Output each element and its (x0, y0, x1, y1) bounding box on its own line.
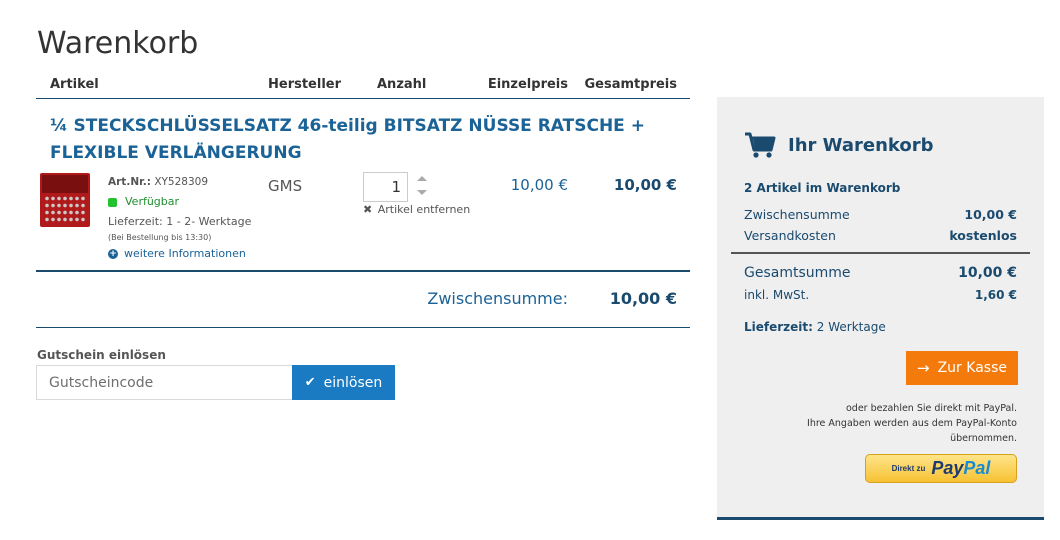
divider (36, 327, 690, 328)
checkout-button[interactable]: → Zur Kasse (906, 351, 1018, 385)
summary-vat-value: 1,60 € (974, 288, 1017, 302)
header-hersteller: Hersteller (268, 77, 342, 92)
cart-table-header: Artikel Hersteller Anzahl Einzelpreis Ge… (36, 74, 690, 99)
paypal-logo-pay: Pay (931, 458, 964, 478)
summary-delivery: Lieferzeit: 2 Werktage (744, 320, 886, 334)
availability-label: Verfügbar (125, 195, 180, 208)
summary-total-value: 10,00 € (958, 265, 1017, 281)
summary-total-label: Gesamtsumme (744, 265, 851, 281)
summary-shipping-value: kostenlos (949, 228, 1017, 243)
summary-delivery-value: 2 Werktage (816, 320, 886, 334)
divider (731, 252, 1030, 254)
redeem-coupon-button[interactable]: ✔ einlösen (292, 365, 395, 400)
more-info-label: weitere Informationen (124, 247, 246, 260)
cart-summary-panel: Ihr Warenkorb 2 Artikel im Warenkorb Zwi… (717, 97, 1044, 520)
product-meta: Art.Nr.: XY528309 Verfügbar Lieferzeit: … (108, 175, 251, 261)
product-title-link[interactable]: ¼ STECKSCHLÜSSELSATZ 46-teilig BITSATZ N… (50, 113, 680, 167)
shopping-cart-icon (745, 132, 776, 158)
quantity-input[interactable]: 1 (363, 172, 408, 202)
subtotal-value: 10,00 € (609, 289, 677, 308)
summary-subtotal-row: Zwischensumme 10,00 € (744, 207, 1017, 222)
quantity-up-icon[interactable] (417, 176, 427, 181)
arrow-right-icon: → (917, 359, 930, 377)
checkout-label: Zur Kasse (937, 360, 1007, 376)
order-cutoff-note: (Bei Bestellung bis 13:30) (108, 233, 212, 242)
header-einzelpreis: Einzelpreis (487, 77, 568, 92)
paypal-note-line-1: oder bezahlen Sie direkt mit PayPal. (846, 403, 1017, 414)
summary-vat-label: inkl. MwSt. (744, 288, 810, 302)
paypal-note-line-2: Ihre Angaben werden aus dem PayPal-Konto… (807, 418, 1017, 444)
summary-shipping-label: Versandkosten (744, 228, 836, 243)
remove-item-link[interactable]: ✖ Artikel entfernen (363, 203, 470, 216)
availability-status: Verfügbar (108, 195, 251, 209)
summary-delivery-label: Lieferzeit: (744, 320, 813, 334)
summary-shipping-row: Versandkosten kostenlos (744, 228, 1017, 243)
quantity-down-icon[interactable] (417, 190, 427, 195)
summary-title: Ihr Warenkorb (788, 134, 934, 156)
check-icon: ✔ (304, 375, 316, 390)
summary-header: Ihr Warenkorb (744, 131, 934, 159)
article-number-value: XY528309 (154, 176, 209, 188)
manufacturer: GMS (268, 177, 303, 195)
more-info-link[interactable]: + weitere Informationen (108, 247, 251, 261)
summary-subtotal-value: 10,00 € (964, 207, 1017, 222)
unit-price: 10,00 € (510, 176, 568, 194)
plus-circle-icon: + (108, 249, 118, 259)
summary-subtotal-label: Zwischensumme (744, 207, 850, 222)
article-number-label: Art.Nr.: (108, 176, 151, 188)
header-gesamtpreis: Gesamtpreis (584, 77, 678, 92)
paypal-note: oder bezahlen Sie direkt mit PayPal. Ihr… (777, 401, 1017, 446)
header-artikel: Artikel (50, 77, 99, 92)
summary-vat-row: inkl. MwSt. 1,60 € (744, 288, 1017, 302)
item-count: 2 Artikel im Warenkorb (744, 181, 901, 195)
availability-indicator-icon (108, 197, 117, 207)
close-icon: ✖ (363, 203, 373, 216)
header-anzahl: Anzahl (377, 77, 427, 92)
paypal-logo-pal: Pal (963, 458, 991, 478)
coupon-label: Gutschein einlösen (37, 348, 166, 362)
article-number: Art.Nr.: XY528309 (108, 175, 251, 189)
paypal-button[interactable]: Direkt zu Pay Pal (865, 454, 1017, 483)
coupon-code-input[interactable] (36, 365, 293, 400)
product-image[interactable] (40, 173, 90, 227)
total-price: 10,00 € (613, 176, 677, 194)
summary-total-row: Gesamtsumme 10,00 € (744, 265, 1017, 281)
remove-item-label: Artikel entfernen (377, 203, 471, 216)
delivery-time: Lieferzeit: 1 - 2- Werktage (108, 215, 252, 228)
redeem-coupon-label: einlösen (323, 374, 383, 391)
divider (36, 270, 690, 272)
subtotal-label: Zwischensumme: (427, 289, 568, 308)
page-title: Warenkorb (37, 26, 199, 61)
paypal-prefix: Direkt zu (891, 464, 926, 473)
